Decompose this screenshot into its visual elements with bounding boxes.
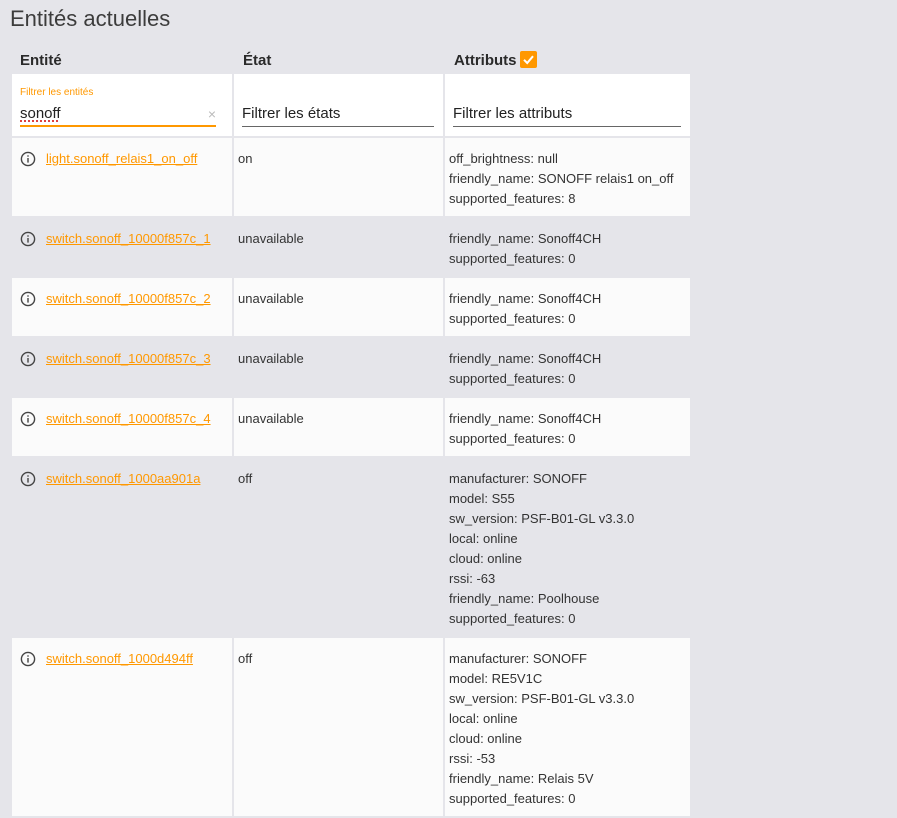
attributes-filter-input[interactable]: Filtrer les attributs [453,105,681,127]
filter-row: Filtrer les entités sonoff × Filtrer les… [12,74,690,136]
entity-link[interactable]: light.sonoff_relais1_on_off [46,149,197,169]
entity-cell: switch.sonoff_10000f857c_4 [12,398,232,456]
attribute-line: friendly_name: Poolhouse [449,591,600,606]
entity-cell: light.sonoff_relais1_on_off [12,138,232,216]
info-icon[interactable] [20,231,36,247]
attributes-column-header: Attributs [444,51,690,69]
entity-cell: switch.sonoff_1000d494ff [12,638,232,816]
info-icon[interactable] [20,471,36,487]
table-row: switch.sonoff_10000f857c_1 unavailable fri… [12,218,690,276]
attribute-line: friendly_name: Sonoff4CH [449,411,602,426]
state-cell: unavailable [234,218,443,276]
entity-filter-input[interactable]: sonoff × [20,105,216,127]
table-body: light.sonoff_relais1_on_off on off_brightn… [12,138,690,816]
page-title: Entités actuelles [10,6,171,31]
attribute-line: cloud: online [449,731,522,746]
attribute-line: supported_features: 0 [449,311,576,326]
state-filter-cell: Filtrer les états [234,74,443,136]
state-cell: unavailable [234,398,443,456]
state-column-header: État [243,51,272,69]
attribute-line: manufacturer: SONOFF [449,651,587,666]
attributes-cell: off_brightness: null friendly_name: SONOF… [445,138,690,216]
attributes-cell: manufacturer: SONOFF model: S55 sw_version… [445,458,690,636]
attribute-line: friendly_name: Sonoff4CH [449,351,602,366]
attributes-cell: manufacturer: SONOFF model: RE5V1C sw_vers… [445,638,690,816]
attribute-line: friendly_name: SONOFF relais1 on_off [449,171,674,186]
attributes-header-label: Attributs [454,52,517,69]
attributes-cell: friendly_name: Sonoff4CH supported_featur… [445,338,690,396]
table-header: Entité État Attributs [12,46,690,74]
attributes-checkbox[interactable] [519,51,537,68]
table-row: switch.sonoff_1000aa901a off manufacturer:… [12,458,690,636]
state-cell: off [234,638,443,816]
attribute-line: local: online [449,711,518,726]
info-icon[interactable] [20,151,36,167]
attribute-line: model: RE5V1C [449,671,543,686]
attributes-cell: friendly_name: Sonoff4CH supported_featur… [445,278,690,336]
attribute-line: rssi: -53 [449,751,496,766]
attribute-line: local: online [449,531,518,546]
attribute-line: rssi: -63 [449,571,496,586]
table-row: switch.sonoff_1000d494ff off manufacturer:… [12,638,690,816]
attribute-line: supported_features: 8 [449,191,576,206]
info-icon[interactable] [20,651,36,667]
entity-cell: switch.sonoff_10000f857c_1 [12,218,232,276]
entity-filter-value: sonoff [20,105,61,122]
state-filter-input[interactable]: Filtrer les états [242,105,434,127]
entity-column-header: Entité [20,51,62,69]
attribute-line: supported_features: 0 [449,611,576,626]
info-icon[interactable] [20,351,36,367]
attribute-line: friendly_name: Relais 5V [449,771,594,786]
attribute-line: supported_features: 0 [449,431,576,446]
attributes-cell: friendly_name: Sonoff4CH supported_featur… [445,218,690,276]
entity-link[interactable]: switch.sonoff_1000aa901a [46,469,200,489]
entity-link[interactable]: switch.sonoff_10000f857c_1 [46,229,211,249]
info-icon[interactable] [20,411,36,427]
clear-icon[interactable]: × [208,105,216,123]
entity-cell: switch.sonoff_1000aa901a [12,458,232,636]
table-row: switch.sonoff_10000f857c_4 unavailable fri… [12,398,690,456]
table-row: switch.sonoff_10000f857c_2 unavailable fri… [12,278,690,336]
state-cell: on [234,138,443,216]
attribute-line: supported_features: 0 [449,251,576,266]
entity-link[interactable]: switch.sonoff_10000f857c_3 [46,349,211,369]
attributes-cell: friendly_name: Sonoff4CH supported_featur… [445,398,690,456]
attribute-line: friendly_name: Sonoff4CH [449,291,602,306]
state-cell: unavailable [234,338,443,396]
entity-filter-cell: Filtrer les entités sonoff × [12,74,232,136]
entity-link[interactable]: switch.sonoff_1000d494ff [46,649,193,669]
attribute-line: friendly_name: Sonoff4CH [449,231,602,246]
entity-cell: switch.sonoff_10000f857c_2 [12,278,232,336]
attribute-line: off_brightness: null [449,151,558,166]
info-icon[interactable] [20,291,36,307]
attribute-line: sw_version: PSF-B01-GL v3.3.0 [449,511,635,526]
attribute-line: supported_features: 0 [449,791,576,806]
attributes-filter-cell: Filtrer les attributs [445,74,690,136]
attribute-line: model: S55 [449,491,515,506]
entity-link[interactable]: switch.sonoff_10000f857c_4 [46,409,211,429]
state-cell: unavailable [234,278,443,336]
attribute-line: supported_features: 0 [449,371,576,386]
table-row: switch.sonoff_10000f857c_3 unavailable fri… [12,338,690,396]
entities-table: Entité État Attributs Filtrer les entité… [12,46,690,818]
attribute-line: manufacturer: SONOFF [449,471,587,486]
checkmark-icon [522,55,534,65]
state-cell: off [234,458,443,636]
entity-cell: switch.sonoff_10000f857c_3 [12,338,232,396]
attribute-line: cloud: online [449,551,522,566]
table-row: light.sonoff_relais1_on_off on off_brightn… [12,138,690,216]
entity-filter-label: Filtrer les entités [20,87,94,98]
attribute-line: sw_version: PSF-B01-GL v3.3.0 [449,691,635,706]
entity-link[interactable]: switch.sonoff_10000f857c_2 [46,289,211,309]
